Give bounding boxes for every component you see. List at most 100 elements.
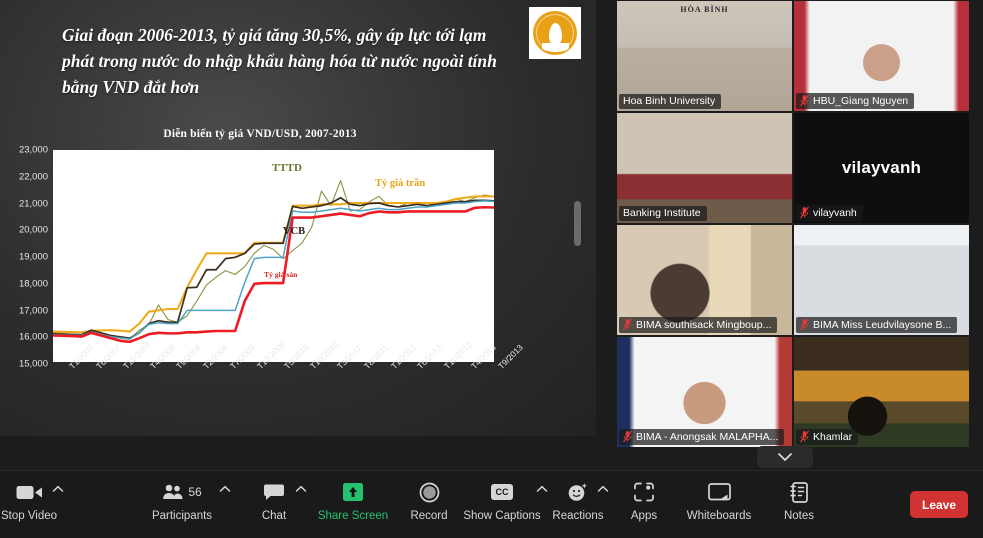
notes-button[interactable]: Notes xyxy=(776,479,822,522)
whiteboards-label: Whiteboards xyxy=(686,510,752,522)
chat-options-caret[interactable] xyxy=(295,485,307,497)
participant-name-bar: Hoa Binh University xyxy=(619,94,722,109)
participant-name-label: BIMA - Anongsak MALAPHA... xyxy=(636,430,779,443)
video-camera-icon xyxy=(16,479,43,505)
whiteboard-icon xyxy=(707,479,731,505)
chart-annotation-ty-gia-san: Tỷ giá sàn xyxy=(264,270,298,279)
y-axis-tick: 19,000 xyxy=(18,251,48,263)
participant-name-label: BIMA Miss Leudvilaysone B... xyxy=(813,318,952,331)
cc-badge: CC xyxy=(491,484,513,500)
leave-button[interactable]: Leave xyxy=(910,491,968,518)
participant-name-label: Banking Institute xyxy=(623,207,701,219)
apps-button[interactable]: Apps xyxy=(623,479,665,522)
chevron-down-icon xyxy=(778,453,792,461)
x-axis-tick: T9/2013 xyxy=(495,342,525,372)
participant-name-label: BIMA southisack Mingboup... xyxy=(636,318,772,331)
y-axis-tick: 15,000 xyxy=(18,358,48,370)
chart-x-axis: T1/2007 T6/2007 T11/2007 T4/2008 T9/2008 T2/2… xyxy=(46,339,524,422)
share-screen-icon xyxy=(342,479,364,505)
microphone-muted-icon xyxy=(623,430,632,443)
microphone-muted-icon xyxy=(800,94,809,107)
microphone-muted-icon xyxy=(800,318,809,331)
participant-name-bar: BIMA - Anongsak MALAPHA... xyxy=(619,429,785,445)
show-captions-label: Show Captions xyxy=(463,510,541,522)
y-axis-tick: 23,000 xyxy=(18,144,48,156)
chart-annotation-ty-gia-tran: Tỷ giá trần xyxy=(375,178,426,189)
whiteboards-button[interactable]: Whiteboards xyxy=(682,479,756,522)
participant-tile[interactable]: HBU_Giang Nguyen xyxy=(794,1,969,111)
people-icon xyxy=(163,484,183,499)
participant-name-bar: BIMA southisack Mingboup... xyxy=(619,317,778,333)
participant-tile[interactable]: HÒA BÌNH Hoa Binh University xyxy=(617,1,792,111)
chart-series-line xyxy=(53,196,494,332)
participant-name-bar: HBU_Giang Nguyen xyxy=(796,93,915,109)
microphone-muted-icon xyxy=(623,318,632,331)
chat-bubble-icon xyxy=(263,479,285,505)
chart-annotation-tttd: TTTD xyxy=(272,162,302,174)
chevron-up-icon xyxy=(219,485,231,492)
chart-series-line xyxy=(53,198,494,338)
participants-label: Participants xyxy=(151,510,213,522)
smiley-reaction-icon xyxy=(567,479,589,505)
stop-video-label: Stop Video xyxy=(0,510,58,522)
microphone-muted-icon xyxy=(800,430,809,443)
chevron-up-icon xyxy=(597,485,609,492)
zoom-meeting-window: Giai đoạn 2006-2013, tỷ giá tăng 30,5%, … xyxy=(0,0,983,538)
reactions-label: Reactions xyxy=(552,510,604,522)
chart-annotation-vcb: VCB xyxy=(283,226,306,237)
stop-video-button[interactable]: Stop Video xyxy=(0,479,58,522)
notes-label: Notes xyxy=(783,510,815,522)
chart-plot-area xyxy=(53,150,494,362)
participants-count: 56 xyxy=(188,485,202,499)
participants-options-caret[interactable] xyxy=(219,485,231,497)
participant-tile[interactable]: vilayvanh vilayvanh xyxy=(794,113,969,223)
participant-tile[interactable]: BIMA - Anongsak MALAPHA... xyxy=(617,337,792,447)
apps-label: Apps xyxy=(630,510,658,522)
participant-name-bar: vilayvanh xyxy=(796,205,863,221)
participant-name-label: Khamlar xyxy=(813,430,853,443)
y-axis-tick: 16,000 xyxy=(18,331,48,343)
reactions-options-caret[interactable] xyxy=(597,485,609,497)
participant-name-bar: Banking Institute xyxy=(619,206,707,221)
chart-y-axis: 23,000 22,000 21,000 20,000 19,000 18,000 17,0… xyxy=(0,143,48,371)
participant-name-label: HBU_Giang Nguyen xyxy=(813,94,909,107)
chart-series-line xyxy=(53,180,494,339)
participant-name-bar: Khamlar xyxy=(796,429,859,445)
participant-tile[interactable]: BIMA southisack Mingboup... xyxy=(617,225,792,335)
slide-title: Giai đoạn 2006-2013, tỷ giá tăng 30,5%, … xyxy=(62,25,497,97)
presentation-slide: Giai đoạn 2006-2013, tỷ giá tăng 30,5%, … xyxy=(0,0,596,436)
chevron-up-icon xyxy=(52,485,64,492)
show-more-participants-button[interactable] xyxy=(757,446,813,468)
chat-button[interactable]: Chat xyxy=(253,479,295,522)
participant-name-label: Hoa Binh University xyxy=(623,95,716,107)
apps-icon xyxy=(634,479,654,505)
share-view-scrollbar[interactable] xyxy=(574,201,581,246)
share-screen-button[interactable]: Share Screen xyxy=(317,479,389,522)
microphone-muted-icon xyxy=(800,206,809,219)
participant-video-strip: HÒA BÌNH Hoa Binh University HBU_Giang Ngu… xyxy=(617,1,969,447)
participants-button[interactable]: 56 Participants xyxy=(152,479,212,522)
video-options-caret[interactable] xyxy=(52,485,64,497)
participant-tile[interactable]: Khamlar xyxy=(794,337,969,447)
show-captions-button[interactable]: CC Show Captions xyxy=(463,479,541,522)
record-button[interactable]: Record xyxy=(406,479,452,522)
participants-icon-group: 56 xyxy=(162,479,202,505)
chart-title: Diễn biến tỷ giá VND/USD, 2007-2013 xyxy=(163,128,357,140)
participant-tile[interactable]: Banking Institute xyxy=(617,113,792,223)
participant-tile[interactable]: BIMA Miss Leudvilaysone B... xyxy=(794,225,969,335)
y-axis-tick: 20,000 xyxy=(18,224,48,236)
chevron-up-icon xyxy=(295,485,307,492)
closed-captions-icon: CC xyxy=(491,479,513,505)
chart-svg xyxy=(53,150,494,362)
chevron-up-icon xyxy=(536,485,548,492)
participant-name-label: vilayvanh xyxy=(813,206,857,219)
captions-options-caret[interactable] xyxy=(536,485,548,497)
shared-screen-area[interactable]: Giai đoạn 2006-2013, tỷ giá tăng 30,5%, … xyxy=(0,0,614,468)
y-axis-tick: 22,000 xyxy=(18,171,48,183)
y-axis-tick: 21,000 xyxy=(18,198,48,209)
share-screen-label: Share Screen xyxy=(317,510,389,522)
y-axis-tick: 18,000 xyxy=(18,278,48,290)
chat-label: Chat xyxy=(261,510,287,522)
y-axis-tick: 17,000 xyxy=(18,305,48,316)
banking-academy-logo xyxy=(529,7,581,59)
